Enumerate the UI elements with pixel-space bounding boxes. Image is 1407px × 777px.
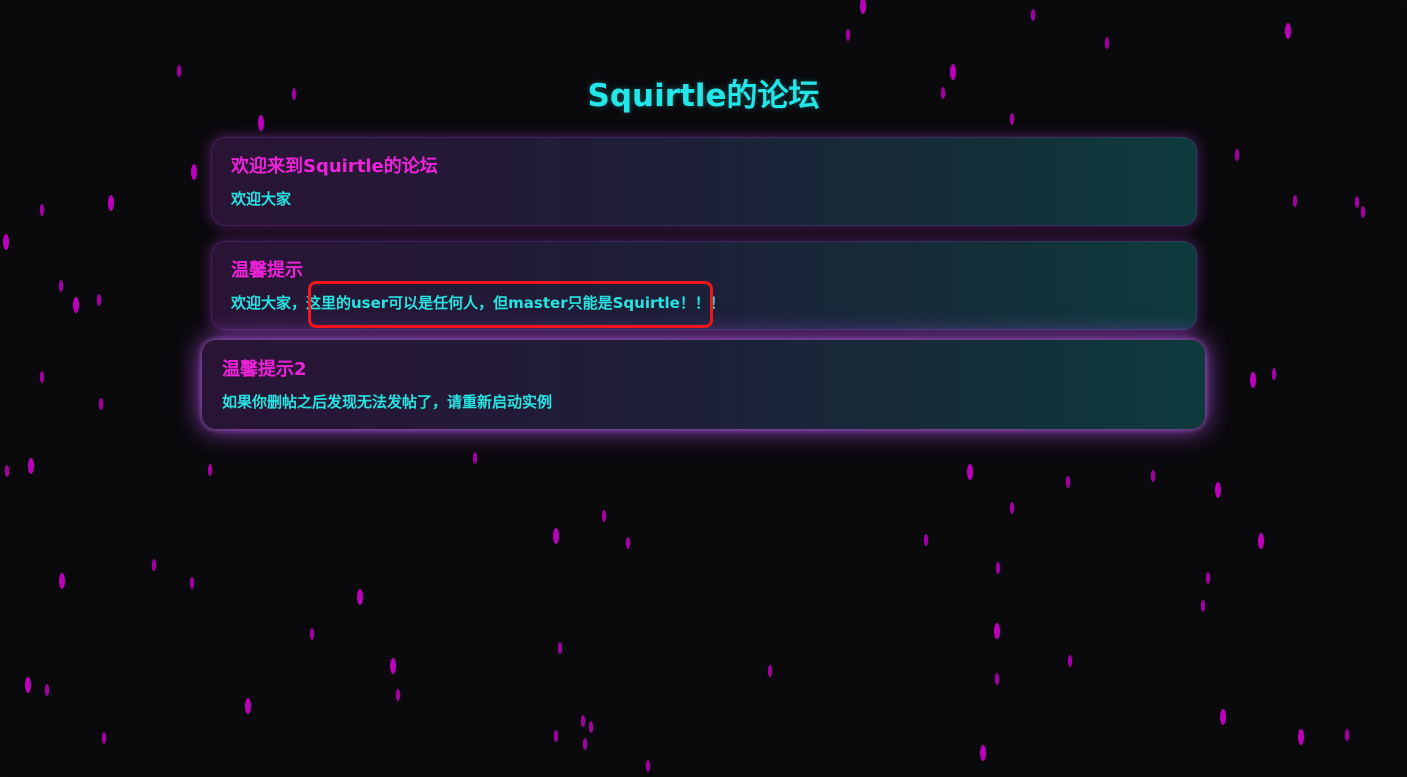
page-title: Squirtle的论坛 xyxy=(587,78,820,114)
rain-drop xyxy=(1298,729,1304,745)
rain-drop xyxy=(553,528,559,544)
rain-drop xyxy=(980,745,986,761)
rain-drop xyxy=(557,642,563,654)
rain-drop xyxy=(1205,572,1211,584)
rain-drop xyxy=(1150,470,1156,482)
rain-drop xyxy=(967,464,973,480)
rain-drop xyxy=(994,673,1000,685)
rain-drop xyxy=(1271,368,1277,380)
rain-drop xyxy=(96,294,102,306)
rain-drop xyxy=(1285,23,1291,39)
rain-drop xyxy=(390,658,396,674)
post-card-tip[interactable]: 温馨提示 欢迎大家，这里的user可以是任何人，但master只能是Squirt… xyxy=(211,241,1197,330)
rain-drop xyxy=(39,204,45,216)
post-title: 温馨提示 xyxy=(231,260,303,281)
rain-drop xyxy=(1067,655,1073,667)
post-body: 欢迎大家，这里的user可以是任何人，但master只能是Squirtle！！！ xyxy=(231,294,725,312)
rain-drop xyxy=(625,537,631,549)
rain-drop xyxy=(1030,9,1036,21)
rain-drop xyxy=(245,698,251,714)
rain-drop xyxy=(1250,372,1256,388)
rain-drop xyxy=(1104,37,1110,49)
rain-drop xyxy=(995,562,1001,574)
post-card-tip-2[interactable]: 温馨提示2 如果你删帖之后发现无法发帖了，请重新启动实例 xyxy=(202,340,1205,429)
rain-drop xyxy=(580,715,586,727)
rain-drop xyxy=(588,721,594,733)
rain-drop xyxy=(582,738,588,750)
post-title: 欢迎来到Squirtle的论坛 xyxy=(231,156,438,177)
rain-drop xyxy=(4,465,10,477)
rain-drop xyxy=(395,689,401,701)
rain-drop xyxy=(101,732,107,744)
rain-drop xyxy=(1258,533,1264,549)
rain-drop xyxy=(845,29,851,41)
rain-drop xyxy=(59,573,65,589)
rain-drop xyxy=(258,115,264,131)
rain-drop xyxy=(1292,195,1298,207)
rain-drop xyxy=(58,280,64,292)
rain-drop xyxy=(191,164,197,180)
rain-drop xyxy=(44,684,50,696)
rain-drop xyxy=(98,398,104,410)
rain-drop xyxy=(553,730,559,742)
rain-drop xyxy=(994,623,1000,639)
rain-drop xyxy=(472,452,478,464)
post-card-welcome[interactable]: 欢迎来到Squirtle的论坛 欢迎大家 xyxy=(211,137,1197,226)
rain-drop xyxy=(645,760,651,772)
rain-drop xyxy=(1065,476,1071,488)
rain-drop xyxy=(189,577,195,589)
rain-drop xyxy=(1360,206,1366,218)
rain-drop xyxy=(108,195,114,211)
rain-drop xyxy=(25,677,31,693)
forum-page: Squirtle的论坛 欢迎来到Squirtle的论坛 欢迎大家 温馨提示 欢迎… xyxy=(0,0,1407,777)
rain-drop xyxy=(1215,482,1221,498)
rain-drop xyxy=(3,234,9,250)
rain-drop xyxy=(309,628,315,640)
rain-drop xyxy=(28,458,34,474)
rain-drop xyxy=(1200,600,1206,612)
rain-drop xyxy=(357,589,363,605)
rain-drop xyxy=(151,559,157,571)
rain-drop xyxy=(601,510,607,522)
post-body: 欢迎大家 xyxy=(231,190,292,208)
rain-drop xyxy=(1220,709,1226,725)
rain-drop xyxy=(860,0,866,14)
rain-drop xyxy=(1354,196,1360,208)
post-title: 温馨提示2 xyxy=(222,359,307,380)
post-body: 如果你删帖之后发现无法发帖了，请重新启动实例 xyxy=(222,393,553,411)
rain-drop xyxy=(767,665,773,677)
rain-drop xyxy=(39,371,45,383)
rain-drop xyxy=(1234,149,1240,161)
rain-drop xyxy=(1344,729,1350,741)
rain-drop xyxy=(1009,502,1015,514)
rain-drop xyxy=(923,534,929,546)
rain-drop xyxy=(73,297,79,313)
rain-drop xyxy=(207,464,213,476)
